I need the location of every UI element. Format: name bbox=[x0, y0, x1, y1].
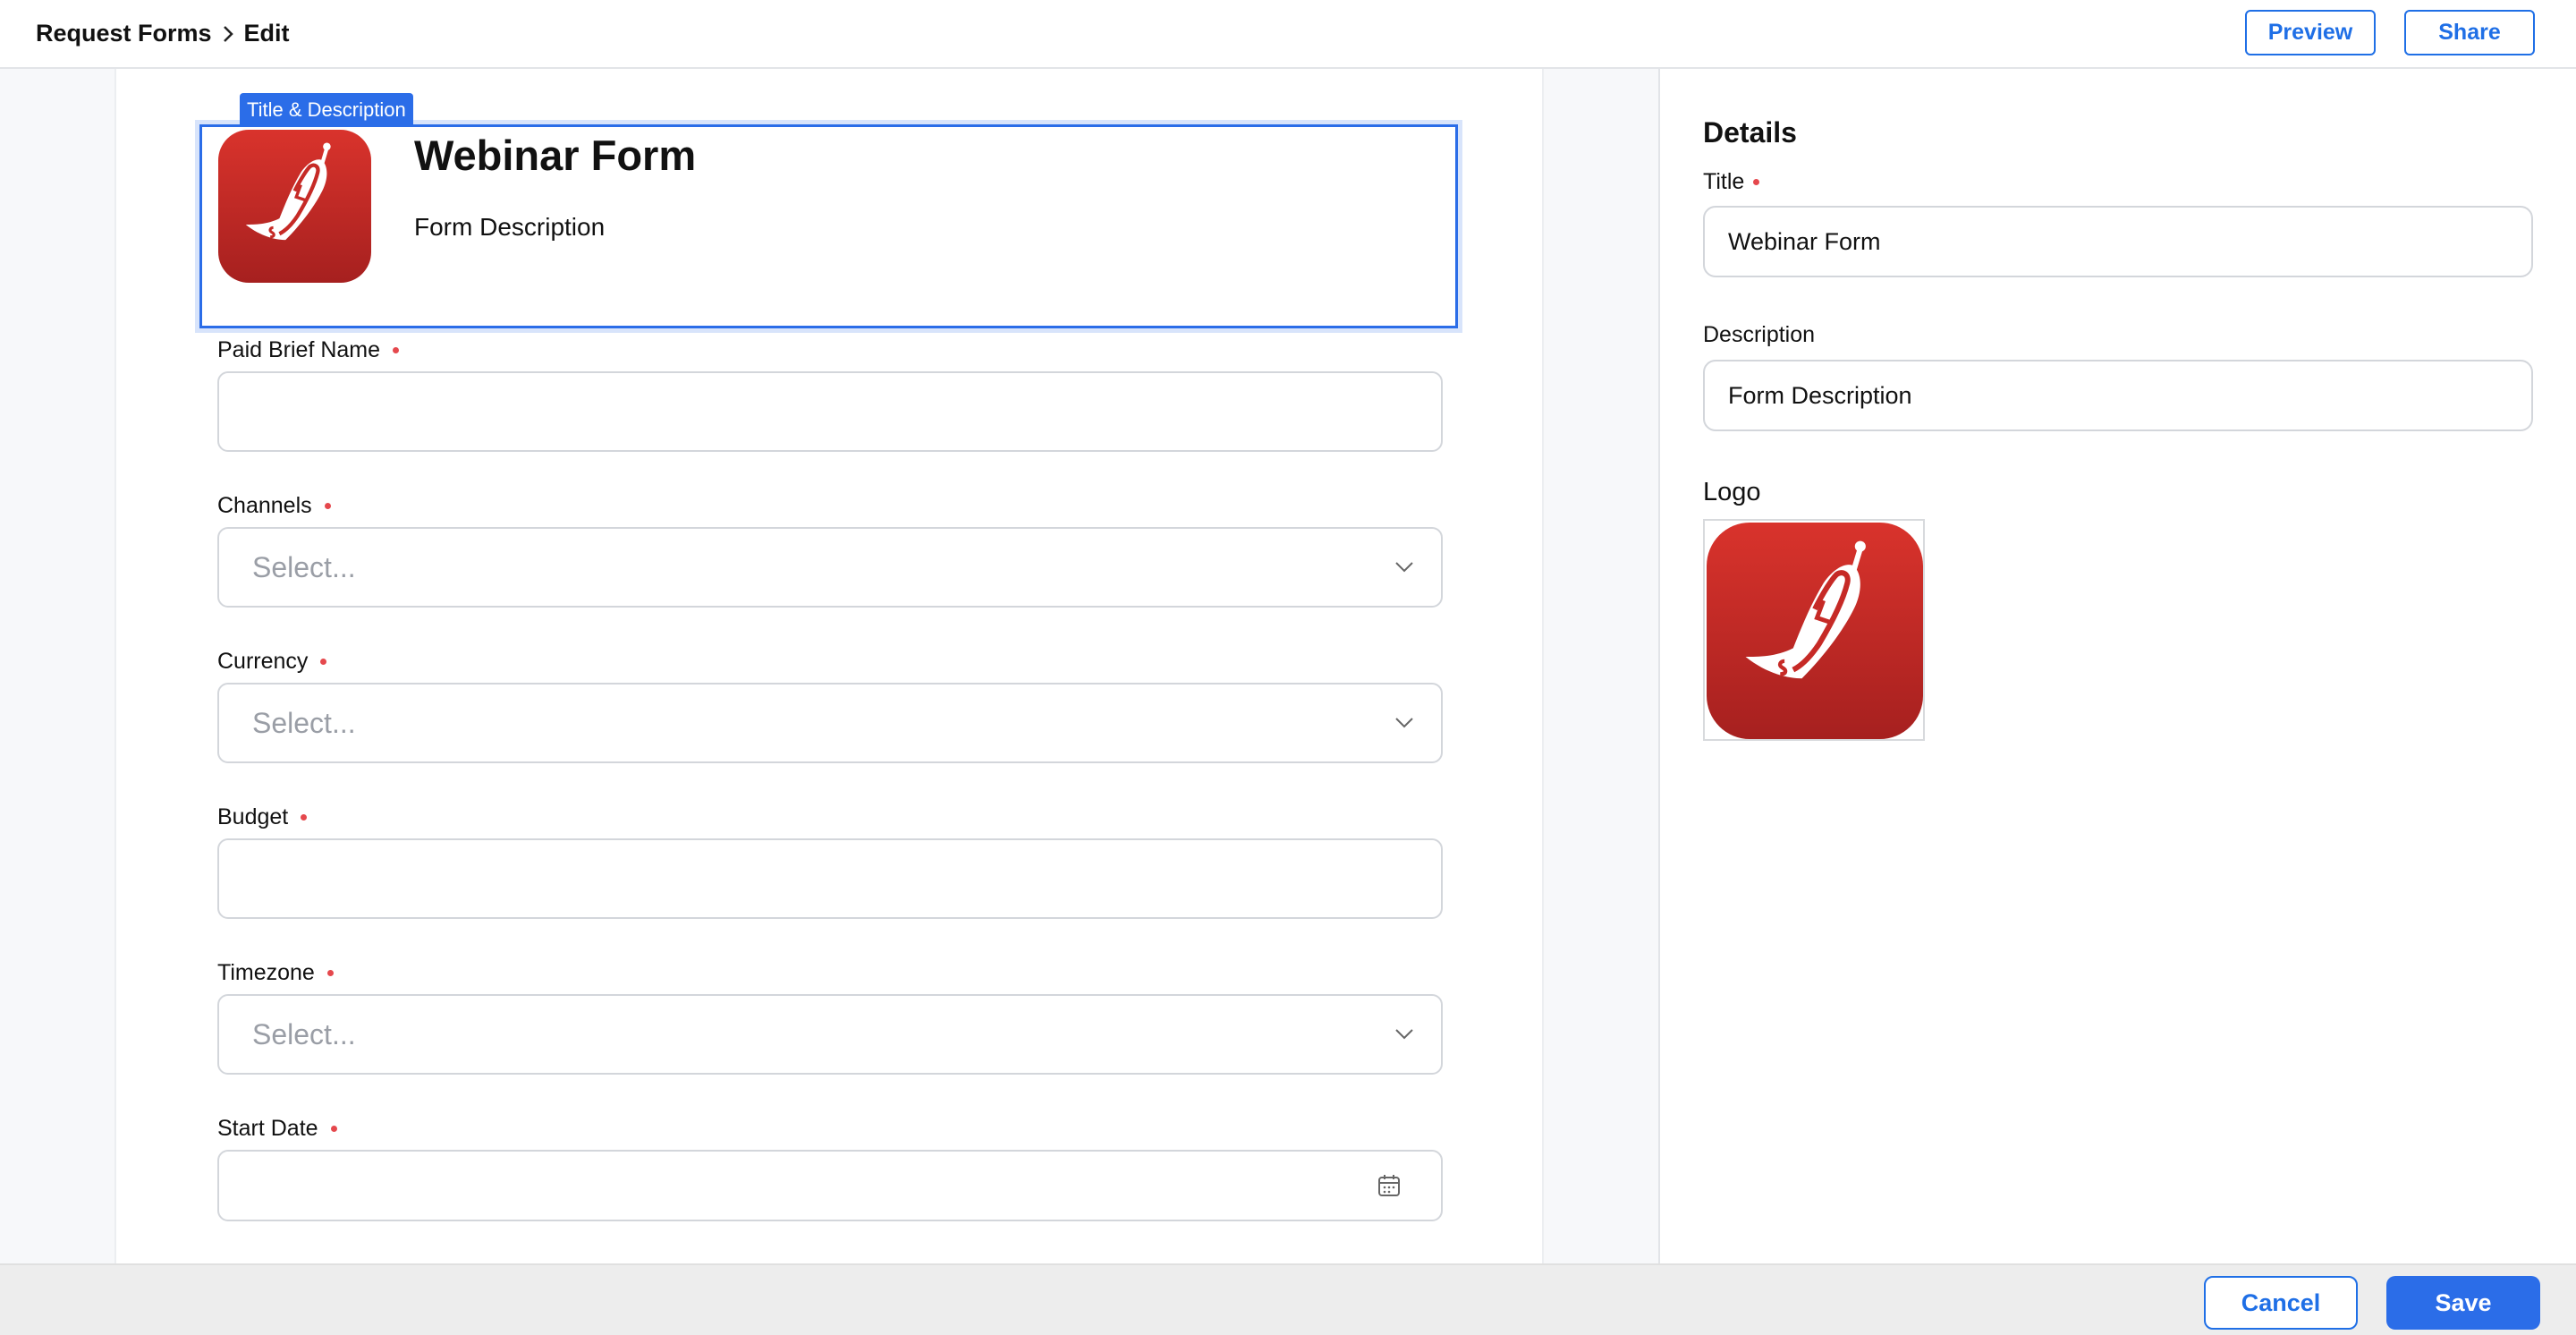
currency-select[interactable]: Select... bbox=[217, 683, 1443, 763]
timezone-placeholder: Select... bbox=[252, 1018, 356, 1050]
required-indicator bbox=[324, 503, 331, 509]
save-button[interactable]: Save bbox=[2386, 1276, 2540, 1330]
field-label-budget: Budget bbox=[217, 804, 308, 830]
preview-button[interactable]: Preview bbox=[2245, 10, 2376, 55]
required-indicator bbox=[326, 970, 334, 976]
required-indicator bbox=[301, 814, 308, 821]
paid-brief-name-input[interactable] bbox=[217, 371, 1443, 452]
form-description: Form Description bbox=[414, 213, 606, 241]
chevron-down-icon bbox=[1395, 718, 1413, 728]
breadcrumb-root[interactable]: Request Forms bbox=[36, 20, 212, 47]
logo-upload[interactable] bbox=[1703, 519, 1925, 741]
title-description-block[interactable] bbox=[199, 124, 1458, 328]
share-button[interactable]: Share bbox=[2404, 10, 2535, 55]
details-title-input[interactable]: Webinar Form bbox=[1703, 206, 2533, 277]
start-date-input[interactable] bbox=[217, 1150, 1443, 1221]
field-label-start-date: Start Date bbox=[217, 1116, 337, 1142]
breadcrumb-current: Edit bbox=[243, 20, 290, 47]
chevron-down-icon bbox=[1395, 562, 1413, 573]
calendar-icon[interactable] bbox=[1377, 1173, 1402, 1198]
cancel-button[interactable]: Cancel bbox=[2204, 1276, 2358, 1330]
logo-heading: Logo bbox=[1703, 478, 1761, 506]
breadcrumb: Request Forms Edit bbox=[36, 20, 290, 47]
details-title-label: Title bbox=[1703, 169, 1760, 195]
form-title: Webinar Form bbox=[414, 132, 697, 179]
footer-bar: Cancel Save bbox=[0, 1263, 2576, 1335]
details-heading: Details bbox=[1703, 116, 1797, 149]
field-label-paid-brief-name: Paid Brief Name bbox=[217, 337, 400, 363]
section-tag: Title & Description bbox=[240, 93, 413, 127]
required-indicator bbox=[320, 659, 327, 665]
top-bar: Request Forms Edit Preview Share bbox=[0, 0, 2576, 69]
field-label-timezone: Timezone bbox=[217, 960, 334, 986]
chevron-down-icon bbox=[1395, 1029, 1413, 1040]
currency-placeholder: Select... bbox=[252, 707, 356, 739]
budget-input[interactable] bbox=[217, 838, 1443, 919]
field-label-currency: Currency bbox=[217, 649, 327, 675]
details-description-input[interactable]: Form Description bbox=[1703, 360, 2533, 431]
required-indicator bbox=[393, 347, 400, 353]
timezone-select[interactable]: Select... bbox=[217, 994, 1443, 1075]
details-description-label: Description bbox=[1703, 322, 1816, 347]
form-logo-image bbox=[218, 130, 371, 283]
channels-placeholder: Select... bbox=[252, 551, 356, 583]
required-indicator bbox=[330, 1126, 337, 1132]
required-indicator bbox=[1753, 179, 1760, 185]
chevron-right-icon bbox=[223, 25, 233, 42]
chili-pepper-logo bbox=[1707, 523, 1923, 739]
channels-select[interactable]: Select... bbox=[217, 527, 1443, 608]
field-label-channels: Channels bbox=[217, 493, 331, 519]
